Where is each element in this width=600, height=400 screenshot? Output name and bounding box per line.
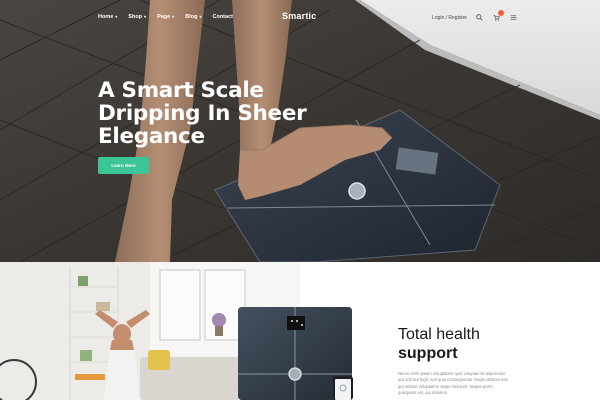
login-register-link[interactable]: Login / Register: [432, 15, 467, 21]
cart-count-badge: [498, 10, 505, 16]
chevron-down-icon: ▾: [115, 14, 118, 19]
hero-banner: Home ▾ Shop ▾ Page ▾ Blog ▾ Contact Smar…: [0, 0, 600, 262]
nav-item-page[interactable]: Page ▾: [157, 14, 174, 20]
chevron-down-icon: ▾: [144, 14, 147, 19]
feature-title-line1: Total health: [398, 326, 480, 343]
nav-item-home[interactable]: Home ▾: [98, 14, 117, 20]
nav-item-label: Page: [157, 14, 171, 20]
learn-more-button[interactable]: Learn More: [98, 157, 149, 174]
site-logo[interactable]: Smartic: [282, 11, 316, 21]
header-actions: Login / Register: [432, 10, 518, 22]
page: Home ▾ Shop ▾ Page ▾ Blog ▾ Contact Smar…: [0, 0, 600, 400]
menu-icon[interactable]: [509, 13, 518, 22]
hero-title-line: A Smart Scale: [98, 78, 264, 103]
search-icon[interactable]: [475, 13, 484, 22]
feature-section: [0, 262, 600, 400]
product-image: [230, 262, 380, 400]
nav-item-label: Shop: [128, 14, 143, 20]
chevron-down-icon: ▾: [199, 14, 202, 19]
hero-title: A Smart Scale Dripping In Sheer Elegance: [98, 79, 328, 148]
chevron-down-icon: ▾: [172, 14, 175, 19]
nav-item-label: Blog: [185, 14, 198, 20]
nav-item-contact[interactable]: Contact: [212, 14, 232, 20]
nav-item-label: Home: [98, 14, 114, 20]
nav-item-label: Contact: [212, 14, 233, 20]
hero-title-line: Dripping In Sheer: [98, 101, 307, 126]
cart-icon[interactable]: [492, 10, 505, 22]
feature-title-line2: support: [398, 345, 458, 362]
nav-item-shop[interactable]: Shop ▾: [128, 14, 146, 20]
feature-description: Nemo enim ipsam voluptatem quia voluptas…: [398, 371, 508, 396]
feature-title: Total health support: [398, 325, 480, 363]
hero-title-line: Elegance: [98, 124, 205, 149]
site-header: Home ▾ Shop ▾ Page ▾ Blog ▾ Contact Smar…: [0, 0, 600, 36]
main-nav: Home ▾ Shop ▾ Page ▾ Blog ▾ Contact: [98, 14, 233, 20]
nav-item-blog[interactable]: Blog ▾: [185, 14, 201, 20]
